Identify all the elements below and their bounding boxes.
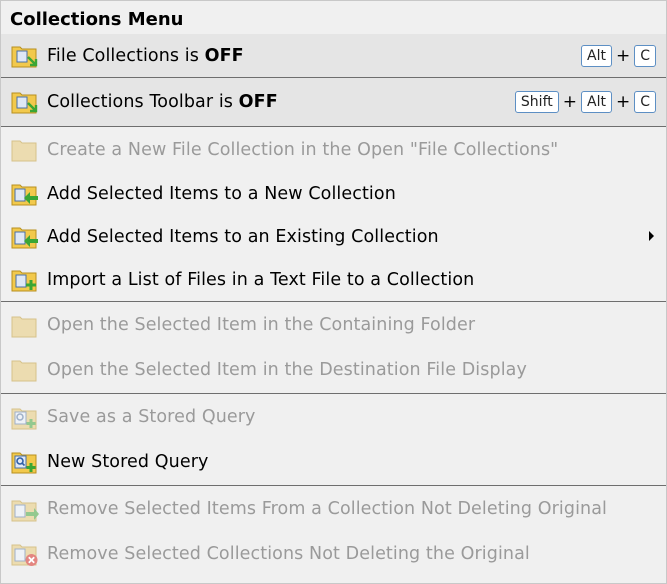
folder-arrow-icon bbox=[10, 42, 40, 70]
shortcut: Shift + Alt + C bbox=[514, 91, 656, 113]
menu-item-label: New Stored Query bbox=[47, 451, 209, 472]
plus-sign: + bbox=[615, 45, 631, 66]
key-c: C bbox=[634, 91, 656, 113]
folder-icon bbox=[10, 136, 40, 164]
toggle-state: OFF bbox=[204, 45, 244, 66]
folder-arrow-icon bbox=[10, 88, 40, 116]
menu-item-label: Remove Selected Items From a Collection … bbox=[47, 499, 608, 519]
menu-item-collections-toolbar[interactable]: Collections Toolbar is OFF Shift + Alt +… bbox=[1, 78, 666, 126]
menu-item-label: File Collections is bbox=[47, 45, 205, 66]
collections-menu: Collections Menu File Collections is OFF… bbox=[0, 0, 667, 584]
menu-item-open-in-containing-folder[interactable]: Open the Selected Item in the Containing… bbox=[1, 302, 666, 348]
menu-item-new-stored-query[interactable]: New Stored Query bbox=[1, 440, 666, 483]
key-alt: Alt bbox=[581, 91, 612, 113]
menu-item-label: Import a List of Files in a Text File to… bbox=[47, 269, 475, 290]
menu-item-label: Add Selected Items to an Existing Collec… bbox=[47, 226, 439, 247]
folder-icon bbox=[10, 312, 40, 340]
menu-item-open-in-destination-display[interactable]: Open the Selected Item in the Destinatio… bbox=[1, 348, 666, 391]
menu-item-label: Remove Selected Collections Not Deleting… bbox=[47, 543, 530, 564]
query-plus-icon bbox=[10, 404, 40, 432]
menu-item-label: Save as a Stored Query bbox=[47, 407, 256, 427]
menu-item-label: Collections Toolbar is bbox=[47, 92, 239, 112]
folder-remove-arrow-icon bbox=[10, 496, 40, 524]
shortcut: Alt + C bbox=[581, 44, 656, 67]
plus-sign: + bbox=[562, 92, 577, 112]
menu-item-import-list-to-collection[interactable]: Import a List of Files in a Text File to… bbox=[1, 258, 666, 301]
menu-item-save-stored-query[interactable]: Save as a Stored Query bbox=[1, 394, 666, 440]
folder-icon bbox=[10, 356, 40, 384]
menu-item-label: Open the Selected Item in the Destinatio… bbox=[47, 359, 527, 380]
folder-add-left-icon bbox=[10, 223, 40, 251]
key-c: C bbox=[634, 44, 656, 67]
menu-item-file-collections[interactable]: File Collections is OFF Alt + C bbox=[1, 34, 666, 77]
menu-title: Collections Menu bbox=[10, 9, 184, 30]
folder-add-left-icon bbox=[10, 180, 40, 208]
toggle-state: OFF bbox=[238, 92, 278, 112]
menu-item-add-to-existing-collection[interactable]: Add Selected Items to an Existing Collec… bbox=[1, 215, 666, 258]
query-plus-icon bbox=[10, 448, 40, 476]
submenu-arrow-icon bbox=[649, 231, 654, 241]
folder-plus-icon bbox=[10, 266, 40, 294]
plus-sign: + bbox=[615, 92, 631, 112]
menu-item-label: Create a New File Collection in the Open… bbox=[47, 139, 559, 160]
folder-delete-icon bbox=[10, 540, 40, 568]
key-shift: Shift bbox=[514, 91, 559, 113]
menu-item-create-new-file-collection[interactable]: Create a New File Collection in the Open… bbox=[1, 127, 666, 172]
menu-item-label: Open the Selected Item in the Containing… bbox=[47, 315, 476, 335]
menu-item-remove-items-from-collection[interactable]: Remove Selected Items From a Collection … bbox=[1, 486, 666, 532]
menu-item-add-to-new-collection[interactable]: Add Selected Items to a New Collection bbox=[1, 172, 666, 215]
menu-item-remove-collections[interactable]: Remove Selected Collections Not Deleting… bbox=[1, 532, 666, 575]
menu-item-label: Add Selected Items to a New Collection bbox=[47, 183, 396, 204]
key-alt: Alt bbox=[581, 44, 612, 67]
